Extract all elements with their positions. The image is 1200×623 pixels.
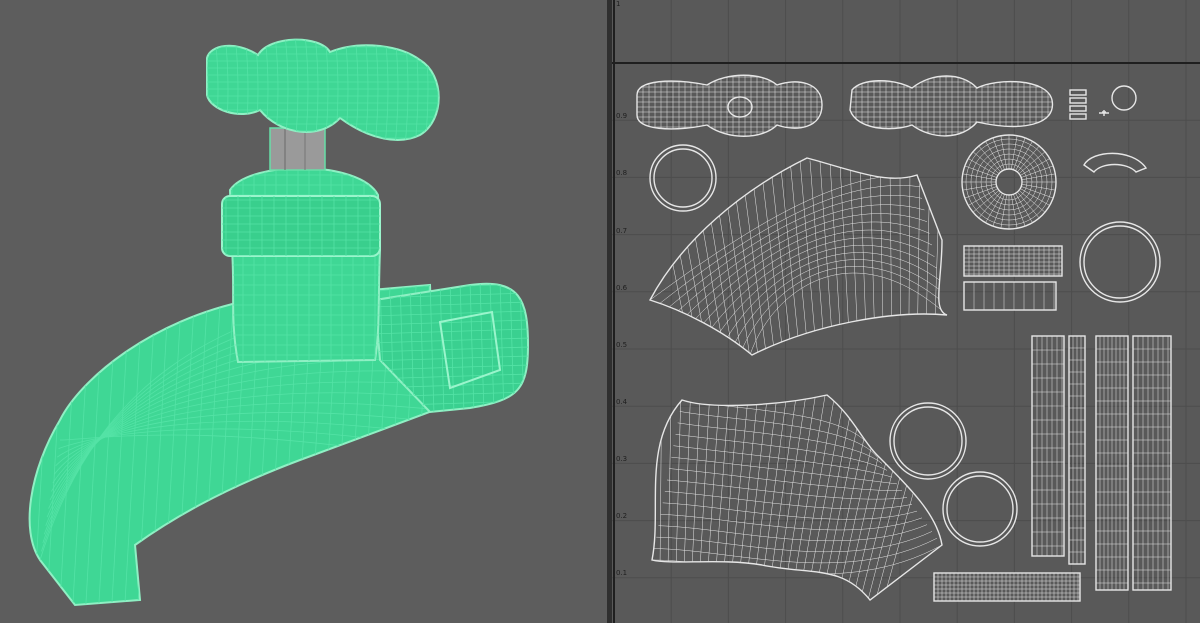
faucet-body <box>228 167 382 364</box>
faucet-hex-nut <box>221 195 381 257</box>
faucet-handle[interactable] <box>200 35 448 145</box>
v-label-0.3: 0.3 <box>616 455 627 463</box>
uv-canvas[interactable]: 1 0.9 0.8 0.7 0.6 0.5 0.4 0.3 0.2 0.1 <box>612 0 1200 623</box>
uv-shell-ring-1[interactable] <box>649 144 717 212</box>
v-label-0.4: 0.4 <box>616 398 628 406</box>
uv-axis-labels: 0.9 0.8 0.7 0.6 0.5 0.4 0.3 0.2 0.1 <box>616 112 628 577</box>
uv-shell-strip-b[interactable] <box>963 281 1057 311</box>
app-window: 1 0.9 0.8 0.7 0.6 0.5 0.4 0.3 0.2 0.1 <box>0 0 1200 623</box>
v-label-0.9: 0.9 <box>616 112 627 120</box>
v-label-0.2: 0.2 <box>616 512 627 520</box>
v-label-0.5: 0.5 <box>616 341 627 349</box>
uv-shell-strip-a[interactable] <box>963 245 1063 277</box>
top-ruler-label: 1 <box>616 0 620 8</box>
v-label-0.7: 0.7 <box>616 227 627 235</box>
uv-shell-ring-4[interactable] <box>942 471 1018 547</box>
viewport-canvas[interactable] <box>0 0 607 623</box>
uv-shell-ring-2[interactable] <box>1079 221 1161 303</box>
v-label-0.6: 0.6 <box>616 284 628 292</box>
faucet-stem <box>269 127 326 171</box>
uv-editor-panel[interactable]: 1 0.9 0.8 0.7 0.6 0.5 0.4 0.3 0.2 0.1 <box>612 0 1200 623</box>
uv-shell-spout-upper[interactable] <box>648 157 948 356</box>
3d-viewport[interactable] <box>0 0 607 623</box>
v-label-0.1: 0.1 <box>616 569 627 577</box>
uv-shell-ring-3[interactable] <box>889 402 967 480</box>
v-label-0.8: 0.8 <box>616 169 627 177</box>
uv-shell-small-pieces[interactable] <box>1069 85 1148 173</box>
